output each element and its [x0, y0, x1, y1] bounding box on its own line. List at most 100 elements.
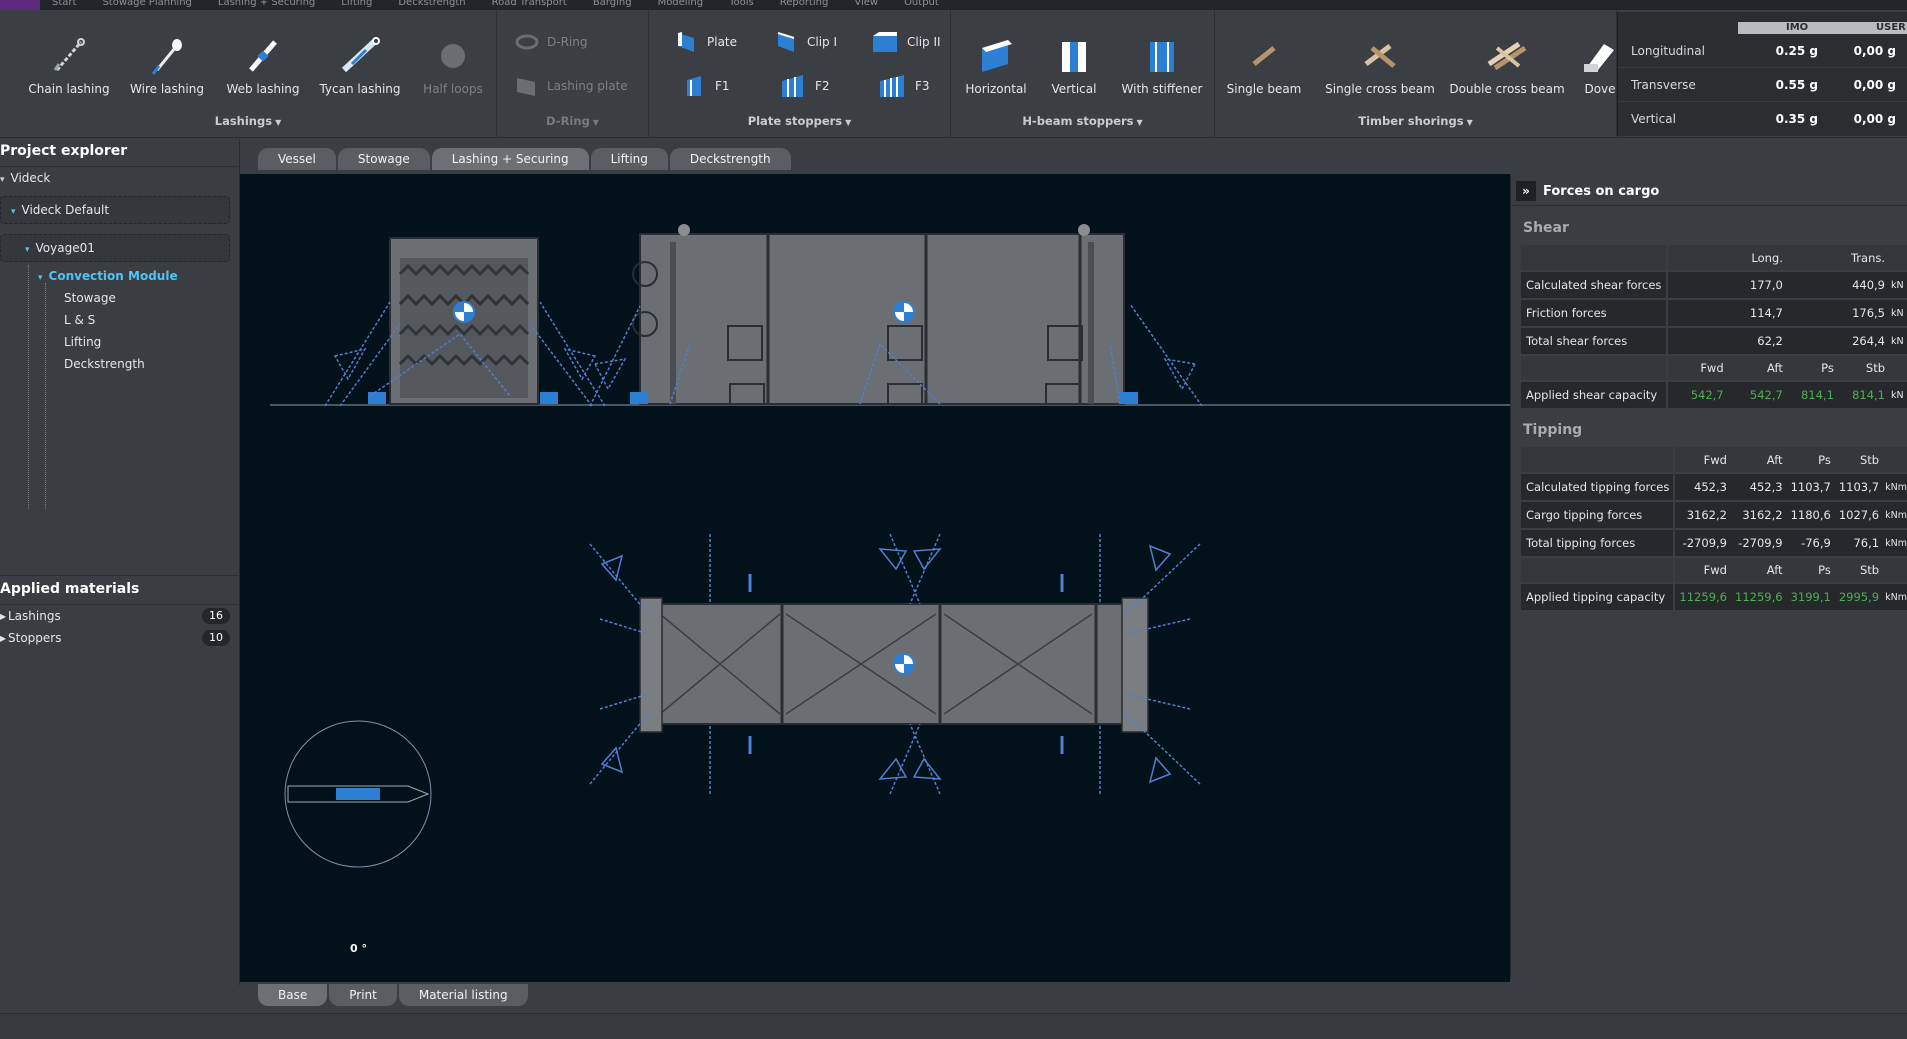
wire-lashing-button[interactable]: Wire lashing	[122, 28, 212, 108]
clip-ii-icon	[873, 32, 897, 52]
f2-stopper-button[interactable]: F2	[779, 72, 830, 100]
timber-shorings-group-title[interactable]: Timber shorings ▼	[1215, 114, 1616, 128]
menu-road-transport[interactable]: Road Transport	[492, 0, 567, 8]
menu-output[interactable]: Output	[904, 0, 939, 8]
vertical-hbeam-button[interactable]: Vertical	[1029, 28, 1119, 108]
plate-stoppers-group-title[interactable]: Plate stoppers ▼	[649, 114, 950, 128]
menu-lifting[interactable]: Lifting	[341, 0, 372, 8]
forces-panel-title: Forces on cargo	[1543, 184, 1660, 199]
table-row: Cargo tipping forces 3162,2 3162,2 1180,…	[1521, 501, 1907, 530]
cargo-side-view[interactable]	[589, 224, 1203, 407]
single-cross-beam-button[interactable]: Single cross beam	[1325, 28, 1435, 108]
lashing-plate-button[interactable]: Lashing plate	[515, 72, 628, 100]
tree-node-videck-default[interactable]: ▾ Videck Default	[0, 196, 230, 224]
table-row: Total tipping forces -2709,9 -2709,9 -76…	[1521, 529, 1907, 558]
applied-materials-title: Applied materials	[0, 581, 140, 597]
menu-view[interactable]: View	[854, 0, 878, 8]
menu-reporting[interactable]: Reporting	[780, 0, 829, 8]
table-row: Calculated tipping forces 452,3 452,3 11…	[1521, 473, 1907, 502]
hbeam-stoppers-group-title[interactable]: H-beam stoppers ▼	[951, 114, 1214, 128]
vertical-hbeam-icon	[1062, 42, 1086, 72]
collapse-panel-icon[interactable]: »	[1516, 181, 1536, 201]
tab-deckstrength[interactable]: Deckstrength	[669, 148, 791, 170]
dring-group-title[interactable]: D-Ring ▼	[497, 114, 648, 128]
tipping-table: Fwd Aft Ps Stb Calculated tipping forces…	[1521, 447, 1907, 612]
material-row-lashings[interactable]: ▸ Lashings 16	[0, 607, 232, 627]
dring-group: D-Ring Lashing plate D-Ring ▼	[497, 10, 649, 138]
f1-stopper-icon	[687, 76, 701, 96]
tipping-section-title: Tipping	[1523, 422, 1583, 438]
orientation-compass[interactable]	[284, 720, 432, 868]
tab-stowage[interactable]: Stowage	[337, 148, 430, 170]
chain-lashing-icon	[53, 38, 85, 71]
material-row-stoppers[interactable]: ▸ Stoppers 10	[0, 629, 232, 649]
f3-stopper-button[interactable]: F3	[877, 72, 930, 100]
tree-guide-line	[45, 283, 46, 509]
dring-icon	[515, 34, 539, 50]
table-row: Applied tipping capacity 11259,6 11259,6…	[1521, 583, 1907, 612]
app-logo[interactable]	[0, 0, 40, 10]
web-lashing-button[interactable]: Web lashing	[218, 28, 308, 108]
main-menu: Start Stowage Planning Lashing + Securin…	[52, 0, 939, 8]
3d-viewport[interactable]: 0 °	[240, 174, 1510, 982]
module-tabs: Vessel Stowage Lashing + Securing Liftin…	[258, 148, 791, 170]
lashings-group-title[interactable]: Lashings ▼	[0, 114, 496, 128]
menu-tools[interactable]: Tools	[729, 0, 754, 8]
menu-barging[interactable]: Barging	[593, 0, 632, 8]
tree-node-lifting[interactable]: Lifting	[64, 335, 101, 349]
tree-node-ls[interactable]: L & S	[64, 313, 95, 327]
user-longitudinal-input[interactable]: 0,00 g	[1854, 44, 1896, 58]
compass-heading: 0 °	[350, 942, 367, 955]
menu-lashing-securing[interactable]: Lashing + Securing	[218, 0, 315, 8]
plate-stopper-button[interactable]: Plate	[675, 28, 737, 56]
menu-deckstrength[interactable]: Deckstrength	[398, 0, 465, 8]
cargo-top-view[interactable]	[589, 533, 1201, 795]
chain-lashing-button[interactable]: Chain lashing	[24, 28, 114, 108]
tree-node-videck[interactable]: ▾ Videck	[0, 171, 50, 185]
user-transverse-input[interactable]: 0,00 g	[1854, 78, 1896, 92]
tab-lashing-securing[interactable]: Lashing + Securing	[431, 148, 589, 170]
half-loops-button[interactable]: Half loops	[408, 28, 498, 108]
tree-node-voyage01[interactable]: ▾ Voyage01	[0, 234, 230, 262]
hbeam-stoppers-group: Horizontal Vertical With stiffener H-bea…	[951, 10, 1215, 138]
clip-i-button[interactable]: Clip I	[775, 28, 837, 56]
status-bar	[0, 1013, 1907, 1039]
tycan-lashing-icon	[341, 37, 380, 73]
acceleration-row-longitudinal: Longitudinal 0.25 g 0,00 g	[1618, 34, 1907, 68]
user-vertical-input[interactable]: 0,00 g	[1854, 112, 1896, 126]
tab-print[interactable]: Print	[329, 984, 397, 1006]
bottom-tabs: Base Print Material listing	[258, 984, 528, 1006]
web-lashing-icon	[249, 40, 277, 72]
tab-base[interactable]: Base	[258, 984, 328, 1006]
user-column-label: USER	[1876, 22, 1906, 33]
table-header-row: Long. Trans.	[1521, 245, 1907, 272]
with-stiffener-icon	[1150, 42, 1174, 72]
table-row: Friction forces 114,7 176,5 kN	[1521, 299, 1907, 328]
double-cross-beam-icon	[1487, 41, 1527, 71]
tab-lifting[interactable]: Lifting	[590, 148, 668, 170]
dove-icon	[1584, 44, 1614, 72]
tab-vessel[interactable]: Vessel	[258, 148, 336, 170]
tree-node-stowage[interactable]: Stowage	[64, 291, 116, 305]
table-header-row: Fwd Aft Ps Stb	[1521, 355, 1907, 382]
clip-ii-button[interactable]: Clip II	[871, 28, 941, 56]
cargo-front-view[interactable]	[324, 237, 606, 407]
tree-node-deckstrength[interactable]: Deckstrength	[64, 357, 145, 371]
tab-material-listing[interactable]: Material listing	[398, 984, 528, 1006]
menu-stowage-planning[interactable]: Stowage Planning	[102, 0, 191, 8]
shear-section-title: Shear	[1523, 220, 1569, 236]
menu-modeling[interactable]: Modeling	[658, 0, 704, 8]
dring-button[interactable]: D-Ring	[515, 28, 587, 56]
plate-stoppers-group: Plate Clip I Clip II F1 F2 F3 Plate stop…	[649, 10, 951, 138]
menu-start[interactable]: Start	[52, 0, 76, 8]
double-cross-beam-button[interactable]: Double cross beam	[1447, 28, 1567, 108]
horizontal-hbeam-button[interactable]: Horizontal	[951, 28, 1041, 108]
top-menu-bar: Start Stowage Planning Lashing + Securin…	[0, 0, 1907, 10]
with-stiffener-button[interactable]: With stiffener	[1117, 28, 1207, 108]
table-row: Total shear forces 62,2 264,4 kN	[1521, 327, 1907, 356]
tree-node-convection-module[interactable]: ▾ Convection Module	[38, 269, 178, 283]
single-beam-button[interactable]: Single beam	[1219, 28, 1309, 108]
f1-stopper-button[interactable]: F1	[683, 72, 730, 100]
tycan-lashing-button[interactable]: Tycan lashing	[315, 28, 405, 108]
shear-table: Long. Trans. Calculated shear forces 177…	[1521, 245, 1907, 410]
